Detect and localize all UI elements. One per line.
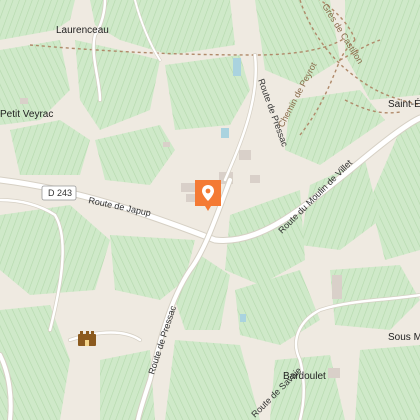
road-shield-label: D 243 <box>48 188 72 198</box>
map-base: Laurenceau Petit Veyrac Saint-É Sous M B… <box>0 0 420 420</box>
castle-icon[interactable] <box>78 331 96 346</box>
road-label: Route de Japup <box>88 195 152 218</box>
road-shield: D 243 <box>41 185 77 201</box>
place-label: Laurenceau <box>56 25 109 36</box>
map-canvas[interactable]: Laurenceau Petit Veyrac Saint-É Sous M B… <box>0 0 420 420</box>
place-label: Petit Veyrac <box>0 109 53 120</box>
place-label: Saint-É <box>388 97 420 110</box>
place-label: Sous M <box>388 332 420 343</box>
